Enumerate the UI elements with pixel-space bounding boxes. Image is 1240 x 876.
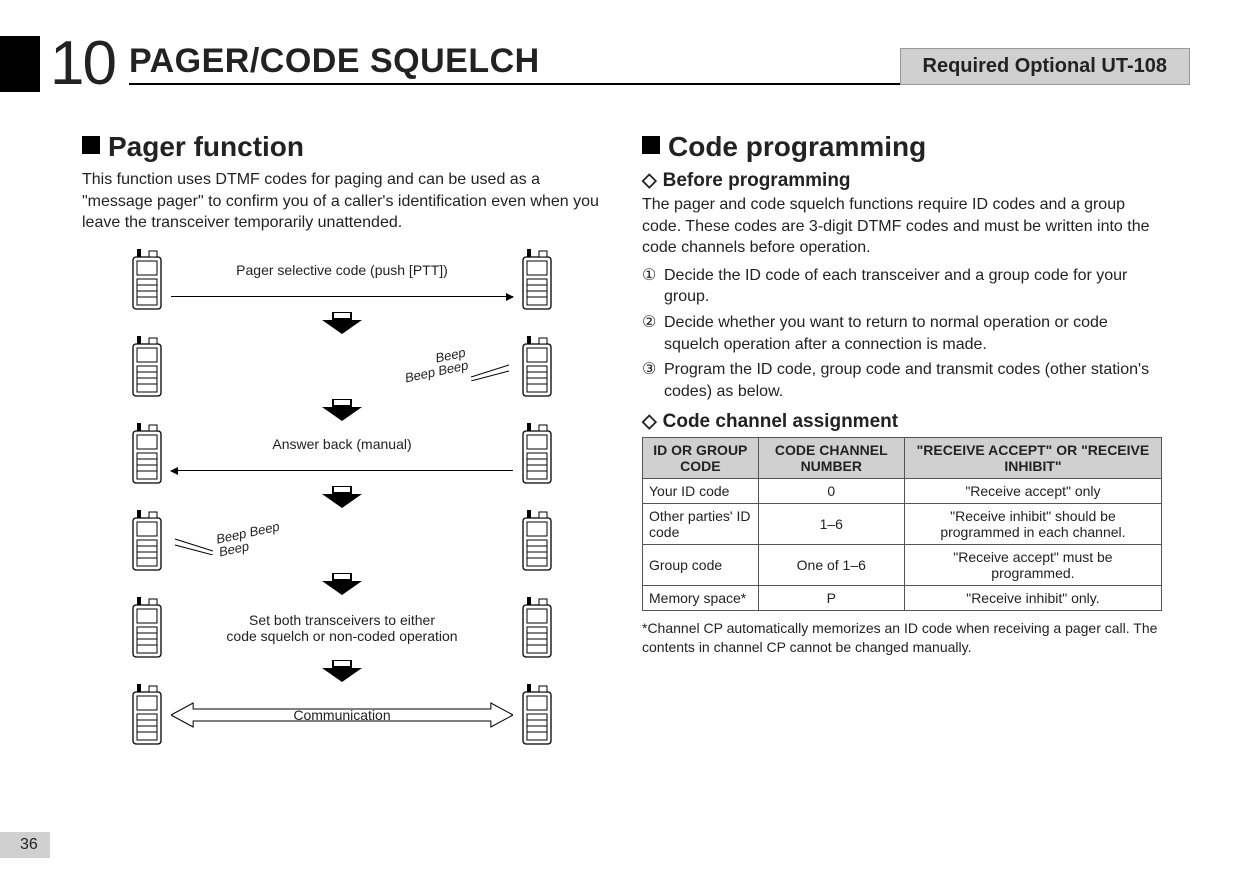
th-id-group: ID OR GROUP CODE [643, 438, 759, 479]
radio-icon [127, 595, 167, 661]
radio-icon [127, 682, 167, 748]
chapter-header: 10 PAGER/CODE SQUELCH Required Optional … [0, 28, 1190, 99]
radio-icon [517, 247, 557, 313]
left-arrow-icon [171, 470, 513, 471]
radio-icon [517, 595, 557, 661]
table-row: Group code One of 1–6 "Receive accept" m… [643, 545, 1162, 586]
sound-lines-icon [471, 363, 511, 381]
radio-icon [127, 421, 167, 487]
table-row: Other parties' ID code 1–6 "Receive inhi… [643, 504, 1162, 545]
radio-icon [517, 334, 557, 400]
radio-icon [127, 247, 167, 313]
radio-icon [517, 682, 557, 748]
step-text: Decide whether you want to return to nor… [664, 312, 1162, 355]
header-black-bar [0, 36, 40, 92]
chapter-title: PAGER/CODE SQUELCH [129, 42, 540, 81]
diamond-bullet-icon: ◇ [642, 169, 657, 192]
code-channel-heading: ◇Code channel assignment [642, 410, 1162, 433]
diagram-label-set: Set both transceivers to either [171, 612, 513, 628]
radio-icon [127, 334, 167, 400]
code-programming-heading-text: Code programming [668, 131, 926, 162]
th-channel-number: CODE CHANNEL NUMBER [758, 438, 904, 479]
th-receive: "RECEIVE ACCEPT" OR "RECEIVE INHIBIT" [904, 438, 1161, 479]
right-column: Code programming ◇Before programming The… [642, 131, 1162, 753]
code-programming-heading: Code programming [642, 131, 1162, 163]
table-row: Your ID code 0 "Receive accept" only [643, 479, 1162, 504]
diagram-label-comm: Communication [293, 707, 390, 723]
step-text: Program the ID code, group code and tran… [664, 359, 1162, 402]
page-number: 36 [0, 832, 50, 858]
right-arrow-icon [171, 296, 513, 297]
sound-lines-icon [173, 537, 213, 555]
diamond-bullet-icon: ◇ [642, 410, 657, 433]
beep-label: Beep BeepBeep [215, 520, 283, 559]
left-column: Pager function This function uses DTMF c… [82, 131, 602, 753]
diagram-label-set2: code squelch or non-coded operation [171, 628, 513, 644]
step-text: Decide the ID code of each transceiver a… [664, 265, 1162, 308]
table-row: Memory space* P "Receive inhibit" only. [643, 586, 1162, 611]
table-footnote: *Channel CP automatically memorizes an I… [642, 619, 1162, 657]
pager-function-heading: Pager function [82, 131, 602, 163]
square-bullet-icon [82, 136, 100, 154]
code-channel-table: ID OR GROUP CODE CODE CHANNEL NUMBER "RE… [642, 437, 1162, 611]
radio-icon [127, 508, 167, 574]
before-programming-text: The pager and code squelch functions req… [642, 194, 1162, 259]
diagram-label-answer: Answer back (manual) [171, 436, 513, 452]
beep-label: BeepBeep Beep [401, 346, 469, 385]
double-arrow-icon: Communication [167, 701, 517, 729]
diagram-label-ptt: Pager selective code (push [PTT]) [171, 262, 513, 278]
programming-steps: ①Decide the ID code of each transceiver … [642, 265, 1162, 403]
square-bullet-icon [642, 136, 660, 154]
pager-diagram: Pager selective code (push [PTT]) BeepBe… [127, 244, 557, 751]
chapter-number: 10 [50, 28, 115, 99]
required-optional-box: Required Optional UT-108 [900, 48, 1190, 85]
radio-icon [517, 508, 557, 574]
step-number: ① [642, 265, 664, 308]
pager-function-heading-text: Pager function [108, 131, 304, 162]
before-programming-heading: ◇Before programming [642, 169, 1162, 192]
pager-function-intro: This function uses DTMF codes for paging… [82, 169, 602, 234]
step-number: ③ [642, 359, 664, 402]
step-number: ② [642, 312, 664, 355]
radio-icon [517, 421, 557, 487]
